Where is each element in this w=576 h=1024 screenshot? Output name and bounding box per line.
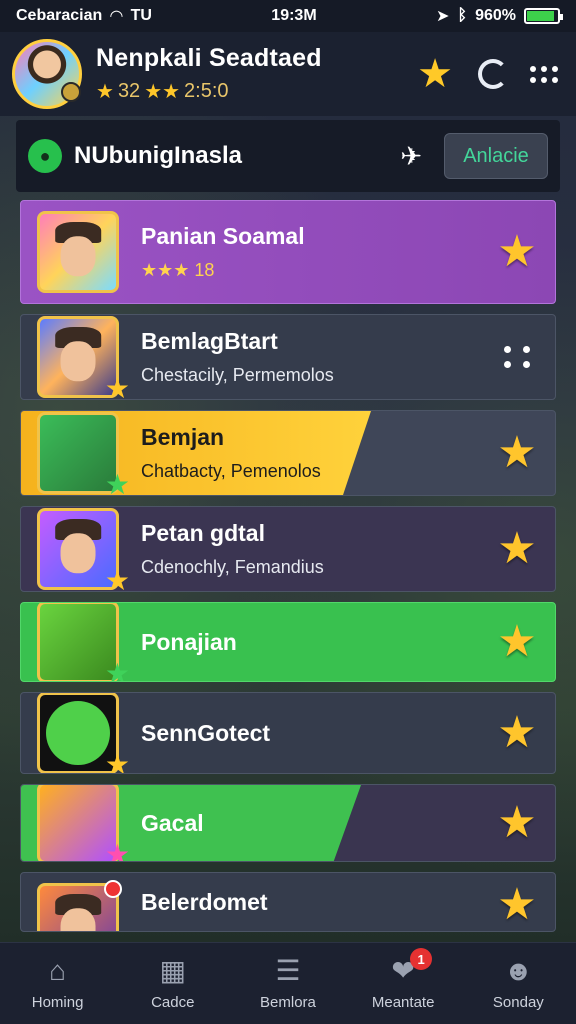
list-item[interactable]: ★ Ponajian ★ <box>20 602 556 682</box>
item-title: Ponajian <box>141 628 237 655</box>
battery-icon <box>523 8 563 24</box>
clock: 19:3M <box>271 7 317 24</box>
tab-label: Bemlora <box>260 994 316 1011</box>
star-icon: ★ <box>104 469 130 496</box>
tab-profile[interactable]: ☻ Sonday <box>463 955 573 1012</box>
tab-label: Homing <box>31 994 84 1011</box>
score-value: 2:5:0 <box>184 80 229 102</box>
profile-icon: ☻ <box>503 955 534 986</box>
favorites-star-icon[interactable]: ★ <box>414 53 456 95</box>
tab-label: Meantate <box>371 994 435 1011</box>
network-label: TU <box>130 7 152 24</box>
item-title: SennGotect <box>141 719 271 746</box>
star-face-icon[interactable]: ★ <box>497 711 537 755</box>
tab-messages[interactable]: ❤ 1 Meantate <box>348 948 458 1011</box>
section-bar: ● NUbunigInasla ✈ Anlacie <box>16 120 560 192</box>
tab-games[interactable]: ▦ Cadce <box>118 955 228 1012</box>
list-item[interactable]: Belerdomet ★ <box>20 872 556 932</box>
item-subtitle: Chatbacty, Pemenolos <box>141 461 321 481</box>
star-icon: ★ <box>104 658 130 682</box>
star-face-icon[interactable]: ★ <box>497 801 537 845</box>
level-badge-icon <box>61 82 81 102</box>
star-face-icon[interactable]: ★ <box>497 883 537 927</box>
rating-value: 32 <box>117 80 141 102</box>
game-thumbnail: ★ <box>37 603 130 681</box>
item-title: Bemjan <box>141 424 225 450</box>
more-grid-icon[interactable] <box>530 65 558 83</box>
star-face-icon[interactable]: ★ <box>497 230 537 274</box>
more-menu-icon[interactable] <box>504 346 530 368</box>
game-thumbnail: ★ <box>37 508 130 591</box>
bluetooth-icon: ᛒ <box>457 7 468 24</box>
notification-badge: 1 <box>410 948 433 970</box>
star-face-icon[interactable]: ★ <box>497 620 537 664</box>
star-icon: ★ <box>104 749 130 774</box>
tab-list[interactable]: ☰ Bemlora <box>233 955 343 1012</box>
star-icon: ★ <box>104 565 130 592</box>
star-icon: ★ <box>96 81 114 103</box>
refresh-icon[interactable] <box>478 59 508 89</box>
game-thumbnail: ★ <box>37 693 130 773</box>
item-title: Gacal <box>141 809 204 836</box>
star-icon: ★ <box>104 839 130 862</box>
pin-icon[interactable]: ✈ <box>400 141 422 172</box>
item-title: Panian Soamal <box>141 223 305 249</box>
item-subtitle: Chestacily, Permemolos <box>141 365 334 385</box>
star-face-icon[interactable]: ★ <box>497 431 537 475</box>
games-icon: ▦ <box>159 955 187 986</box>
game-thumbnail: ★ <box>37 412 130 495</box>
check-icon: ● <box>28 139 62 173</box>
section-action-button[interactable]: Anlacie <box>444 133 548 179</box>
tab-label: Sonday <box>492 994 544 1011</box>
item-subtitle: ★★★ 18 <box>141 260 215 280</box>
star-icon: ★★ <box>144 81 181 103</box>
list-item[interactable]: ★ SennGotect ★ <box>20 692 556 774</box>
game-list: Panian Soamal ★★★ 18 ★ ★ BemlagBtart Che… <box>20 200 556 942</box>
list-item[interactable]: Panian Soamal ★★★ 18 ★ <box>20 200 556 304</box>
profile-stats: ★ 32 ★★ 2:5:0 <box>96 79 414 104</box>
star-icon: ★ <box>104 373 130 400</box>
list-item[interactable]: ★ BemlagBtart Chestacily, Permemolos <box>20 314 556 400</box>
item-title: Petan gdtal <box>141 520 265 546</box>
list-icon: ☰ <box>275 955 301 986</box>
game-thumbnail: ★ <box>37 785 130 861</box>
profile-name: Nenpkali Seadtaed <box>96 44 322 72</box>
game-thumbnail: ★ <box>37 316 130 399</box>
game-thumbnail <box>37 211 119 293</box>
list-item[interactable]: ★ Gacal ★ <box>20 784 556 862</box>
home-icon: ⌂ <box>49 955 67 986</box>
avatar[interactable] <box>12 39 82 109</box>
carrier-label: Cebaracian <box>16 7 103 24</box>
wifi-icon: ◠ <box>110 8 123 25</box>
item-title: Belerdomet <box>141 889 268 915</box>
bottom-tab-bar: ⌂ Homing ▦ Cadce ☰ Bemlora ❤ 1 Meantate … <box>0 942 576 1024</box>
profile-header: Nenpkali Seadtaed ★ 32 ★★ 2:5:0 ★ <box>0 32 576 116</box>
notification-dot-icon <box>104 880 122 898</box>
list-item[interactable]: ★ Petan gdtal Cdenochly, Femandius ★ <box>20 506 556 592</box>
star-face-icon[interactable]: ★ <box>497 527 537 571</box>
status-bar: Cebaracian ◠ TU 19:3M ➤ ᛒ 960% <box>0 0 576 32</box>
section-title: NUbunigInasla <box>74 142 243 169</box>
tab-label: Cadce <box>151 994 195 1011</box>
location-icon: ➤ <box>436 8 450 25</box>
tab-home[interactable]: ⌂ Homing <box>3 955 113 1012</box>
battery-percent: 960% <box>475 7 516 24</box>
item-title: BemlagBtart <box>141 328 278 354</box>
item-subtitle: Cdenochly, Femandius <box>141 557 324 577</box>
game-thumbnail <box>37 880 122 931</box>
list-item[interactable]: ★ Bemjan Chatbacty, Pemenolos ★ <box>20 410 556 496</box>
